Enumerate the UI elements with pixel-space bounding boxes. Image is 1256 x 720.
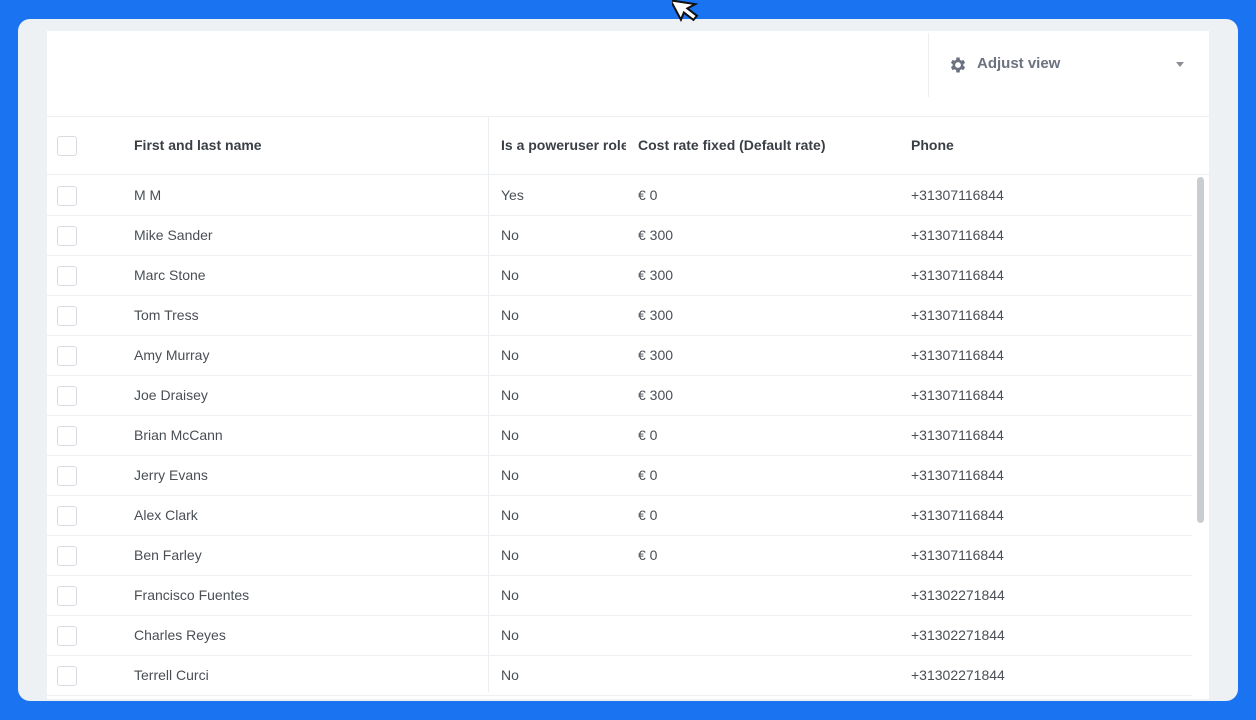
row-checkbox[interactable] [57, 266, 77, 286]
cell-name: Terrell Curci [134, 667, 209, 683]
cell-poweruser: No [501, 627, 519, 643]
adjust-view-button[interactable]: Adjust view [928, 33, 1210, 97]
cell-name: Mike Sander [134, 227, 213, 243]
cell-name: Francisco Fuentes [134, 587, 250, 603]
row-checkbox[interactable] [57, 426, 77, 446]
row-checkbox[interactable] [57, 346, 77, 366]
cell-cost-rate: € 0 [638, 507, 658, 523]
table-row[interactable]: Brian McCann No € 0 +31307116844 [47, 415, 1192, 456]
cell-phone: +31307116844 [911, 347, 1004, 363]
cell-name: Jerry Evans [134, 467, 208, 483]
cell-phone: +31307116844 [911, 467, 1004, 483]
cell-cost-rate: € 300 [638, 307, 674, 323]
table-row[interactable]: Tom Tress No € 300 +31307116844 [47, 295, 1192, 336]
cell-poweruser: No [501, 587, 519, 603]
table-row[interactable]: Jerry Evans No € 0 +31307116844 [47, 455, 1192, 496]
column-header-phone[interactable]: Phone [911, 117, 1111, 174]
cell-poweruser: No [501, 307, 519, 323]
cell-poweruser: Yes [501, 187, 524, 203]
cell-phone: +31307116844 [911, 427, 1004, 443]
cell-name: Amy Murray [134, 347, 210, 363]
table-row[interactable]: Charles Reyes No +31302271844 [47, 615, 1192, 656]
cell-name: Marc Stone [134, 267, 206, 283]
table-row[interactable]: Ben Farley No € 0 +31307116844 [47, 535, 1192, 576]
column-header-poweruser[interactable]: Is a poweruser role i [501, 117, 626, 174]
cell-name: Ben Farley [134, 547, 202, 563]
app-card: Adjust view First and last name Is a pow… [18, 19, 1238, 701]
scrollbar[interactable] [1196, 177, 1206, 689]
mouse-pointer-icon [672, 0, 699, 23]
cell-name: Tom Tress [134, 307, 199, 323]
table-row[interactable]: Alex Clark No € 0 +31307116844 [47, 495, 1192, 536]
row-checkbox[interactable] [57, 386, 77, 406]
row-checkbox[interactable] [57, 306, 77, 326]
cell-phone: +31302271844 [911, 627, 1005, 643]
cell-name: Charles Reyes [134, 627, 226, 643]
row-checkbox[interactable] [57, 586, 77, 606]
table-header: First and last name Is a poweruser role … [47, 117, 1209, 175]
scrollbar-thumb[interactable] [1197, 177, 1204, 523]
cell-poweruser: No [501, 347, 519, 363]
adjust-view-label: Adjust view [977, 55, 1061, 72]
table-row[interactable]: Marc Stone No € 300 +31307116844 [47, 255, 1192, 296]
cell-poweruser: No [501, 667, 519, 683]
cell-poweruser: No [501, 507, 519, 523]
cell-poweruser: No [501, 547, 519, 563]
cell-phone: +31307116844 [911, 547, 1004, 563]
table-row[interactable]: M M Yes € 0 +31307116844 [47, 175, 1192, 216]
cell-phone: +31307116844 [911, 387, 1004, 403]
cell-name: M M [134, 187, 162, 203]
table-row[interactable]: Amy Murray No € 300 +31307116844 [47, 335, 1192, 376]
row-checkbox[interactable] [57, 186, 77, 206]
cell-phone: +31307116844 [911, 507, 1004, 523]
row-checkbox[interactable] [57, 506, 77, 526]
cell-cost-rate: € 0 [638, 187, 658, 203]
cell-cost-rate: € 0 [638, 467, 658, 483]
cell-cost-rate: € 0 [638, 427, 658, 443]
row-checkbox[interactable] [57, 226, 77, 246]
cell-poweruser: No [501, 427, 519, 443]
row-checkbox[interactable] [57, 546, 77, 566]
cell-cost-rate: € 0 [638, 547, 658, 563]
cell-phone: +31302271844 [911, 667, 1005, 683]
cell-name: Joe Draisey [134, 387, 208, 403]
cell-cost-rate: € 300 [638, 227, 674, 243]
gear-icon [950, 57, 966, 73]
table-row[interactable]: Terrell Curci No +31302271844 [47, 655, 1192, 696]
cell-phone: +31307116844 [911, 307, 1004, 323]
table-row[interactable]: Mike Sander No € 300 +31307116844 [47, 215, 1192, 256]
chevron-down-icon [1176, 62, 1184, 67]
cell-phone: +31302271844 [911, 587, 1005, 603]
table-body: M M Yes € 0 +31307116844 Mike Sander No € 300 +… [47, 175, 1192, 696]
cell-cost-rate: € 300 [638, 347, 674, 363]
table-row[interactable]: Francisco Fuentes No +31302271844 [47, 575, 1192, 616]
column-header-cost-rate[interactable]: Cost rate fixed (Default rate) [638, 117, 898, 174]
row-checkbox[interactable] [57, 666, 77, 686]
cell-phone: +31307116844 [911, 187, 1004, 203]
cell-phone: +31307116844 [911, 267, 1004, 283]
cell-poweruser: No [501, 267, 519, 283]
cell-cost-rate: € 300 [638, 267, 674, 283]
cell-poweruser: No [501, 387, 519, 403]
cell-cost-rate: € 300 [638, 387, 674, 403]
cell-name: Brian McCann [134, 427, 223, 443]
select-all-checkbox[interactable] [57, 136, 77, 156]
cell-phone: +31307116844 [911, 227, 1004, 243]
table-row[interactable]: Joe Draisey No € 300 +31307116844 [47, 375, 1192, 416]
row-checkbox[interactable] [57, 626, 77, 646]
table-panel: Adjust view First and last name Is a pow… [47, 31, 1209, 699]
row-checkbox[interactable] [57, 466, 77, 486]
table-toolbar: Adjust view [47, 31, 1209, 117]
cell-poweruser: No [501, 467, 519, 483]
cell-poweruser: No [501, 227, 519, 243]
column-header-name[interactable]: First and last name [134, 117, 474, 174]
cell-name: Alex Clark [134, 507, 198, 523]
